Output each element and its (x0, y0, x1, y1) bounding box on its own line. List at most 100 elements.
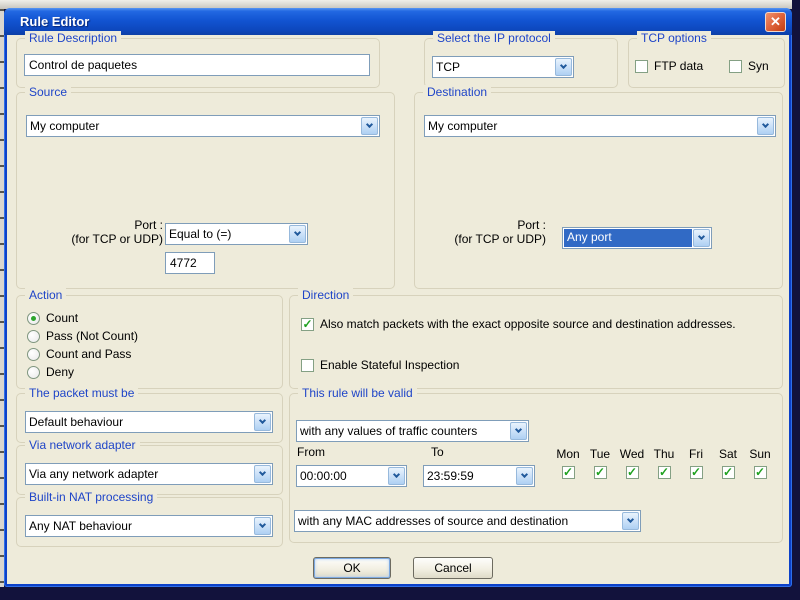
action-option-row: Deny (27, 365, 74, 379)
day-column: Mon (553, 447, 583, 479)
chevron-down-icon[interactable] (510, 422, 527, 440)
group-label: Built-in NAT processing (25, 490, 158, 505)
source-address-value: My computer (30, 119, 100, 133)
day-thu-label: Thu (653, 447, 675, 461)
close-icon[interactable]: ✕ (765, 11, 786, 32)
nat-select[interactable]: Any NAT behaviour (25, 515, 273, 537)
dialog-client-area: Rule Description Select the IP protocol … (7, 31, 789, 584)
action-pass-radio[interactable] (27, 329, 40, 343)
day-column: Wed (617, 447, 647, 479)
ok-button[interactable]: OK (313, 557, 391, 579)
ftp-data-checkbox[interactable] (635, 59, 648, 73)
syn-label: Syn (748, 59, 769, 73)
chevron-down-icon[interactable] (622, 512, 639, 530)
action-count-pass-radio[interactable] (27, 347, 40, 361)
action-count-pass-label: Count and Pass (46, 347, 132, 361)
source-port-condition-select[interactable]: Equal to (=) (165, 223, 308, 245)
action-pass-label: Pass (Not Count) (46, 329, 139, 343)
day-mon-checkbox[interactable] (561, 466, 575, 479)
window-title: Rule Editor (20, 14, 90, 29)
traffic-counters-value: with any values of traffic counters (300, 424, 478, 438)
day-fri-label: Fri (689, 447, 703, 461)
day-sun-label: Sun (749, 447, 771, 461)
ip-protocol-select[interactable]: TCP (432, 56, 574, 78)
direction-opposite-row: Also match packets with the exact opposi… (301, 317, 736, 331)
nat-value: Any NAT behaviour (29, 519, 132, 533)
traffic-counters-select[interactable]: with any values of traffic counters (296, 420, 529, 442)
group-label: Source (25, 85, 72, 100)
cancel-button[interactable]: Cancel (413, 557, 493, 579)
destination-port-label: Port : (for TCP or UDP) (454, 218, 546, 246)
source-address-select[interactable]: My computer (26, 115, 380, 137)
destination-port-condition-value: Any port (564, 229, 692, 247)
day-wed-checkbox[interactable] (625, 466, 639, 479)
stateful-inspection-label: Enable Stateful Inspection (320, 358, 460, 372)
ftp-data-label: FTP data (654, 59, 704, 73)
chevron-down-icon[interactable] (516, 467, 533, 485)
group-label: Destination (423, 85, 492, 100)
day-thu-checkbox[interactable] (657, 466, 671, 479)
group-label: Action (25, 288, 67, 303)
day-tue-label: Tue (589, 447, 611, 461)
stateful-inspection-checkbox[interactable] (301, 358, 314, 372)
action-option-row: Pass (Not Count) (27, 329, 138, 343)
action-option-row: Count and Pass (27, 347, 131, 361)
mac-addresses-value: with any MAC addresses of source and des… (298, 514, 569, 528)
day-column: Thu (649, 447, 679, 479)
day-column: Fri (681, 447, 711, 479)
chevron-down-icon[interactable] (693, 229, 710, 247)
opposite-addresses-checkbox[interactable] (301, 317, 314, 331)
from-time-select[interactable]: 00:00:00 (296, 465, 407, 487)
group-label: Via network adapter (25, 438, 140, 453)
via-adapter-select[interactable]: Via any network adapter (25, 463, 273, 485)
group-label: This rule will be valid (298, 386, 417, 401)
chevron-down-icon[interactable] (289, 225, 306, 243)
chevron-down-icon[interactable] (254, 413, 271, 431)
from-time-value: 00:00:00 (300, 469, 347, 483)
chevron-down-icon[interactable] (555, 58, 572, 76)
direction-stateful-row: Enable Stateful Inspection (301, 358, 459, 372)
chevron-down-icon[interactable] (254, 465, 271, 483)
group-label: Select the IP protocol (433, 31, 555, 46)
source-port-label: Port : (for TCP or UDP) (71, 218, 163, 246)
packet-must-be-value: Default behaviour (29, 415, 124, 429)
packet-must-be-select[interactable]: Default behaviour (25, 411, 273, 433)
via-adapter-value: Via any network adapter (29, 467, 159, 481)
chevron-down-icon[interactable] (388, 467, 405, 485)
source-port-input[interactable] (165, 252, 215, 274)
day-sun-checkbox[interactable] (753, 466, 767, 479)
action-count-radio[interactable] (27, 311, 40, 325)
day-tue-checkbox[interactable] (593, 466, 607, 479)
day-sat-label: Sat (718, 447, 737, 461)
day-fri-checkbox[interactable] (689, 466, 703, 479)
chevron-down-icon[interactable] (361, 117, 378, 135)
destination-address-select[interactable]: My computer (424, 115, 776, 137)
destination-port-condition-select[interactable]: Any port (562, 227, 712, 249)
chevron-down-icon[interactable] (757, 117, 774, 135)
action-deny-label: Deny (46, 365, 75, 379)
rule-description-input[interactable] (24, 54, 370, 76)
to-time-value: 23:59:59 (427, 469, 474, 483)
group-label: The packet must be (25, 386, 139, 401)
mac-addresses-select[interactable]: with any MAC addresses of source and des… (294, 510, 641, 532)
action-deny-radio[interactable] (27, 365, 40, 379)
syn-checkbox-row: Syn (729, 59, 769, 73)
group-label: TCP options (637, 31, 711, 46)
group-direction: Direction (289, 288, 783, 389)
syn-checkbox[interactable] (729, 59, 742, 73)
day-mon-label: Mon (556, 447, 580, 461)
action-option-row: Count (27, 311, 78, 325)
day-sat-checkbox[interactable] (721, 466, 735, 479)
day-column: Sat (713, 447, 743, 479)
chevron-down-icon[interactable] (254, 517, 271, 535)
ip-protocol-value: TCP (436, 60, 460, 74)
rule-editor-dialog: Rule Editor ✕ Rule Description Select th… (4, 8, 792, 587)
opposite-addresses-label: Also match packets with the exact opposi… (320, 317, 736, 331)
ftp-data-checkbox-row: FTP data (635, 59, 703, 73)
day-column: Tue (585, 447, 615, 479)
to-time-select[interactable]: 23:59:59 (423, 465, 535, 487)
destination-address-value: My computer (428, 119, 498, 133)
action-count-label: Count (46, 311, 79, 325)
from-label: From (297, 445, 325, 459)
group-label: Direction (298, 288, 354, 303)
